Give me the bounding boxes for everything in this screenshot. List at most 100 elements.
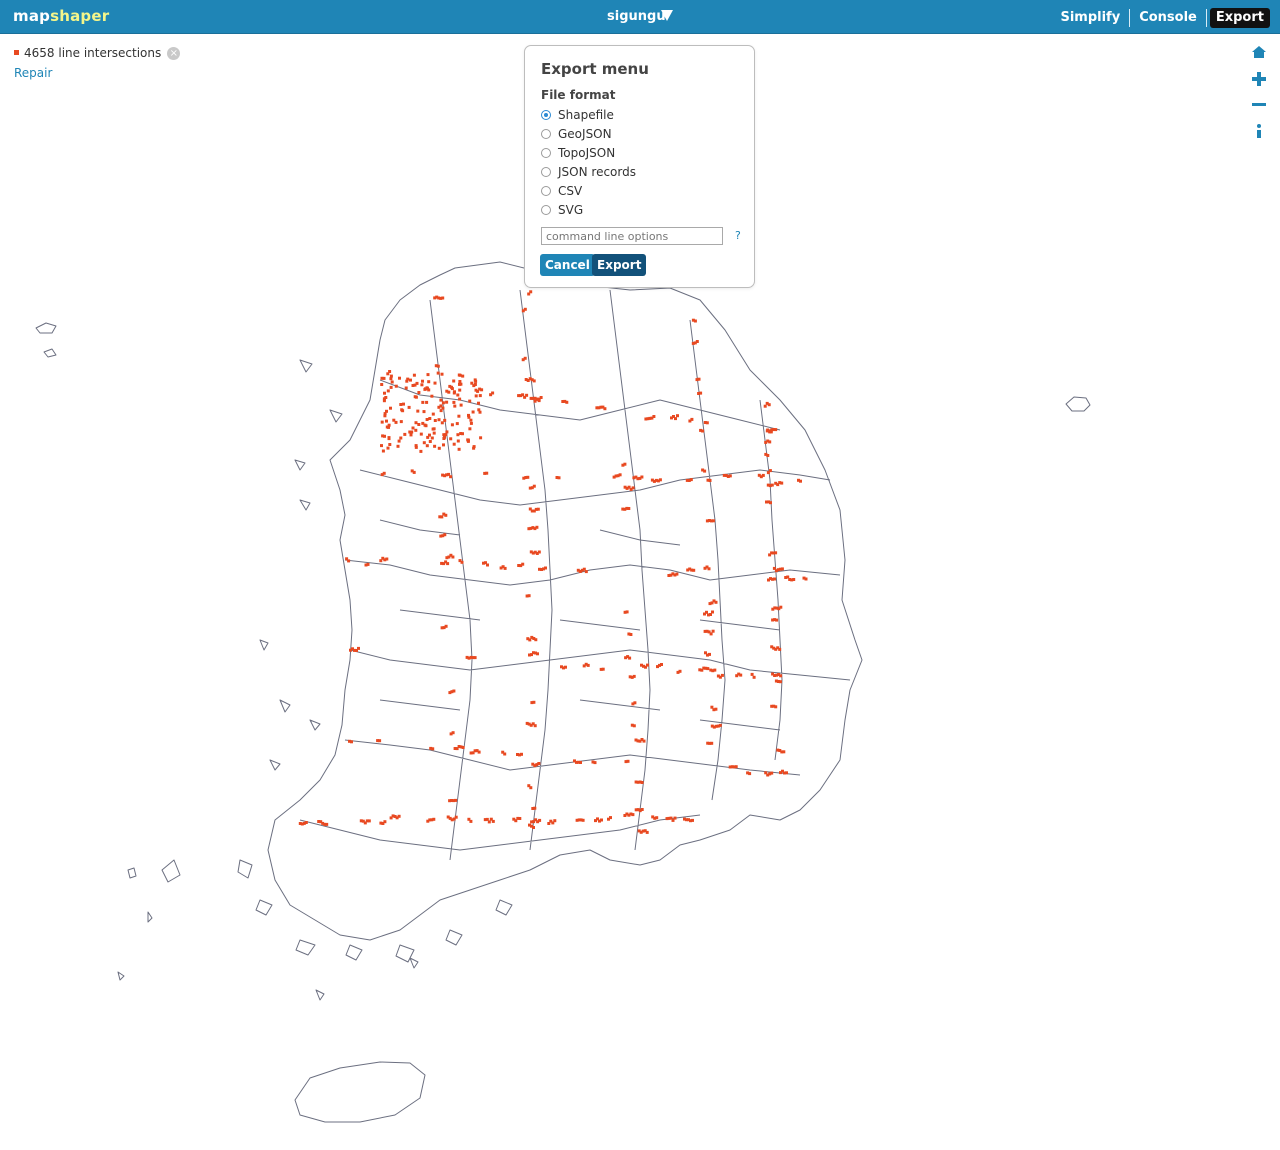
cancel-button[interactable]: Cancel bbox=[540, 254, 595, 276]
intersection-marker bbox=[491, 391, 495, 395]
info-icon[interactable] bbox=[1252, 124, 1266, 138]
intersection-marker bbox=[366, 562, 370, 566]
intersection-marker bbox=[398, 376, 401, 380]
intersection-marker bbox=[713, 668, 717, 672]
radio-shapefile[interactable] bbox=[541, 110, 551, 120]
intersection-marker bbox=[460, 560, 464, 564]
options-help-link[interactable]: ? bbox=[735, 229, 741, 242]
intersection-marker bbox=[399, 436, 403, 440]
radio-csv[interactable] bbox=[541, 186, 551, 196]
intersection-marker bbox=[452, 400, 456, 404]
intersection-marker bbox=[792, 578, 796, 581]
intersection-marker bbox=[389, 385, 393, 389]
intersection-marker bbox=[632, 674, 636, 678]
intersection-marker bbox=[350, 740, 353, 744]
intersection-marker bbox=[593, 761, 597, 765]
export-button[interactable]: Export bbox=[592, 254, 647, 276]
format-option-geojson[interactable]: GeoJSON bbox=[541, 125, 612, 143]
intersection-marker bbox=[388, 443, 392, 446]
intersection-marker bbox=[414, 445, 418, 449]
intersection-marker bbox=[626, 759, 630, 763]
intersection-marker bbox=[586, 663, 590, 667]
intersection-marker bbox=[419, 432, 423, 436]
intersection-marker bbox=[399, 420, 403, 424]
intersection-marker bbox=[439, 409, 443, 413]
intersection-marker bbox=[456, 439, 460, 443]
radio-svg[interactable] bbox=[541, 205, 551, 215]
intersection-marker bbox=[627, 507, 631, 510]
intersection-marker bbox=[734, 765, 738, 769]
format-option-svg[interactable]: SVG bbox=[541, 201, 583, 219]
console-button[interactable]: Console bbox=[1133, 8, 1203, 28]
intersection-marker bbox=[537, 762, 541, 765]
intersection-marker bbox=[449, 437, 453, 441]
close-icon[interactable]: × bbox=[167, 47, 181, 60]
zoom-out-icon[interactable] bbox=[1252, 98, 1266, 112]
home-icon[interactable] bbox=[1252, 46, 1266, 60]
intersection-marker bbox=[584, 570, 588, 574]
intersection-marker bbox=[529, 786, 533, 790]
intersection-marker bbox=[763, 404, 767, 408]
intersection-marker bbox=[383, 414, 387, 418]
intersection-marker bbox=[423, 387, 427, 391]
intersection-marker bbox=[445, 400, 449, 404]
intersection-marker bbox=[452, 391, 456, 395]
repair-link[interactable]: Repair bbox=[14, 66, 52, 80]
intersection-marker bbox=[382, 471, 386, 475]
intersection-marker bbox=[461, 432, 464, 436]
intersection-marker bbox=[780, 567, 784, 571]
intersection-marker bbox=[383, 391, 386, 395]
intersection-marker bbox=[632, 724, 636, 728]
intersection-marker bbox=[526, 475, 530, 479]
intersection-marker bbox=[456, 433, 460, 437]
intersection-marker bbox=[485, 471, 489, 475]
intersection-marker bbox=[451, 731, 455, 735]
format-option-csv[interactable]: CSV bbox=[541, 182, 582, 200]
intersection-marker bbox=[387, 423, 391, 427]
intersection-marker bbox=[397, 814, 401, 818]
intersection-marker bbox=[689, 478, 693, 482]
intersection-marker bbox=[534, 638, 538, 642]
format-option-topojson[interactable]: TopoJSON bbox=[541, 144, 615, 162]
intersection-marker bbox=[426, 435, 430, 439]
intersection-marker bbox=[381, 449, 385, 453]
format-option-json-records[interactable]: JSON records bbox=[541, 163, 636, 181]
radio-topojson[interactable] bbox=[541, 148, 551, 158]
export-nav-button[interactable]: Export bbox=[1209, 8, 1270, 28]
intersection-marker bbox=[673, 816, 677, 820]
intersection-marker bbox=[799, 479, 802, 483]
radio-geojson[interactable] bbox=[541, 129, 551, 139]
intersection-marker bbox=[652, 415, 656, 418]
intersection-marker bbox=[804, 577, 808, 581]
intersection-marker bbox=[718, 723, 722, 727]
simplify-button[interactable]: Simplify bbox=[1054, 8, 1126, 28]
intersection-marker bbox=[399, 403, 403, 406]
intersection-marker bbox=[452, 379, 456, 383]
format-option-shapefile[interactable]: Shapefile bbox=[541, 106, 614, 124]
intersection-marker bbox=[768, 440, 772, 444]
intersection-marker bbox=[780, 481, 784, 485]
west-island bbox=[35, 322, 57, 334]
intersection-marker bbox=[457, 414, 461, 418]
layer-name[interactable]: sigungu bbox=[607, 9, 666, 24]
intersection-marker bbox=[304, 821, 308, 824]
intersection-marker bbox=[711, 519, 715, 523]
intersection-marker bbox=[537, 399, 541, 403]
intersection-marker bbox=[446, 562, 450, 566]
intersections-count-text: 4658 line intersections bbox=[24, 46, 162, 60]
intersection-marker bbox=[766, 454, 770, 457]
intersection-marker bbox=[409, 378, 412, 382]
intersection-marker bbox=[423, 423, 427, 427]
intersection-marker bbox=[529, 290, 533, 294]
radio-json-records[interactable] bbox=[541, 167, 551, 177]
intersection-marker bbox=[646, 663, 649, 667]
intersection-marker bbox=[385, 409, 388, 413]
intersection-marker bbox=[782, 750, 786, 754]
command-line-options-input[interactable] bbox=[541, 227, 723, 245]
intersection-marker bbox=[478, 410, 482, 414]
intersection-marker bbox=[775, 618, 779, 622]
zoom-in-icon[interactable] bbox=[1252, 72, 1266, 86]
intersection-marker bbox=[411, 426, 415, 430]
intersection-marker bbox=[382, 399, 386, 403]
layer-menu-arrow-icon[interactable] bbox=[661, 10, 673, 21]
